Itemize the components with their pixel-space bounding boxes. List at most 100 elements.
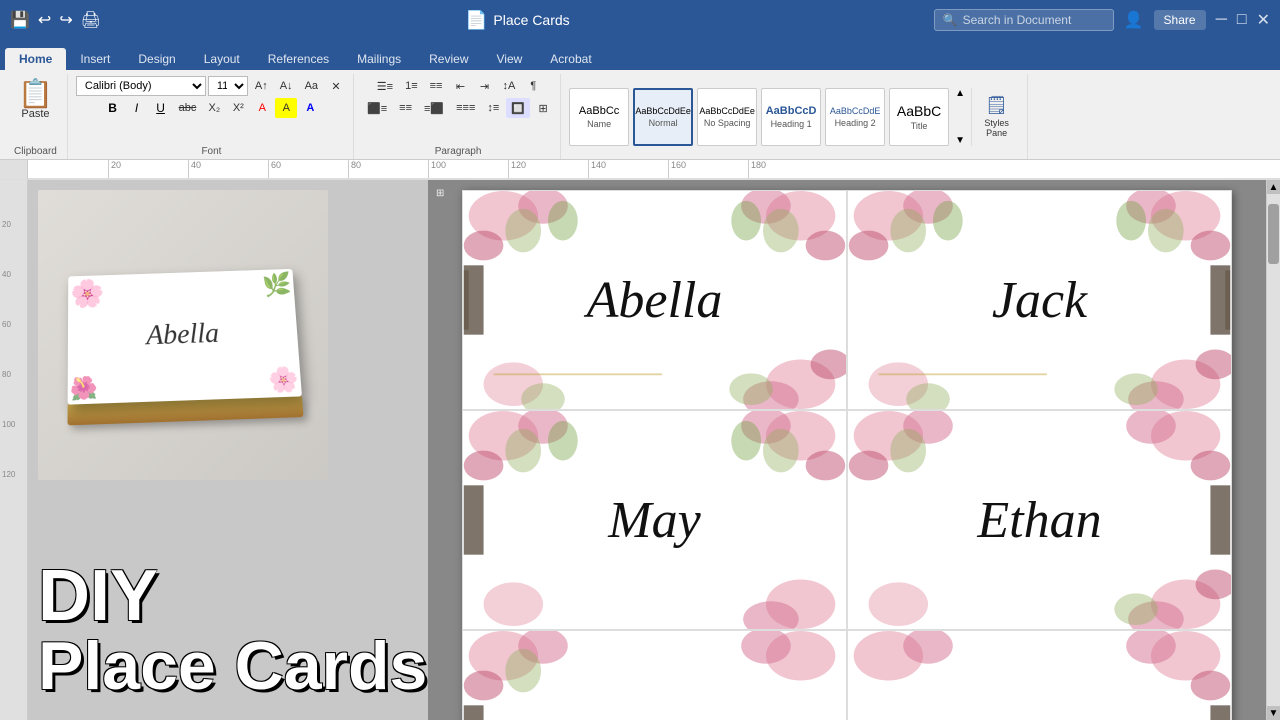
justify-button[interactable]: ≡≡≡ <box>451 98 480 118</box>
quick-access-save[interactable]: 💾 <box>10 10 30 30</box>
ruler-mark-140: 140 <box>588 160 606 178</box>
bold-button[interactable]: B <box>102 98 124 118</box>
line-spacing-button[interactable]: ↕≡ <box>482 98 504 118</box>
italic-button[interactable]: I <box>126 98 148 118</box>
increase-indent-button[interactable]: ⇥ <box>473 76 495 96</box>
ruler-v-60: 60 <box>2 320 11 329</box>
tab-references[interactable]: References <box>254 48 343 70</box>
place-card-may[interactable]: May <box>462 410 847 630</box>
diy-overlay-text: DIY Place Cards <box>38 560 428 700</box>
align-right-button[interactable]: ≡⬛ <box>419 98 449 118</box>
card-name-abella: Abella <box>587 271 723 330</box>
strikethrough-button[interactable]: abc <box>174 98 202 118</box>
document-area[interactable]: ⊞ <box>428 180 1266 720</box>
tab-review[interactable]: Review <box>415 48 482 70</box>
place-card-jack[interactable]: Jack <box>847 190 1232 410</box>
highlight-button[interactable]: A <box>275 98 297 118</box>
sort-button[interactable]: ↕A <box>497 76 520 96</box>
style-heading1[interactable]: AaBbCcD Heading 1 <box>761 88 821 146</box>
user-avatar[interactable]: 👤 <box>1124 10 1144 30</box>
ruler-mark-100: 100 <box>428 160 446 178</box>
superscript-button[interactable]: X² <box>227 98 249 118</box>
place-card-ethan[interactable]: Ethan <box>847 410 1232 630</box>
ruler-v-100: 100 <box>2 420 15 429</box>
style-no-spacing[interactable]: AaBbCcDdEe No Spacing <box>697 88 757 146</box>
shrink-font-button[interactable]: A↓ <box>275 76 298 96</box>
scroll-down-button[interactable]: ▼ <box>1267 706 1280 720</box>
title-bar: 💾 ↩ ↪ 🖨 📄 Place Cards 🔍 Search in Docume… <box>0 0 1280 40</box>
place-cards-grid: Abella <box>462 190 1232 720</box>
ribbon-group-clipboard: 📋 Paste Clipboard <box>4 74 68 159</box>
styles-more-icon[interactable]: ▼ <box>955 135 965 146</box>
subscript-button[interactable]: X₂ <box>203 98 225 118</box>
vertical-ruler: 20 40 60 80 100 120 <box>0 180 28 720</box>
underline-button[interactable]: U <box>150 98 172 118</box>
align-center-button[interactable]: ≡≡ <box>394 98 417 118</box>
place-card-6[interactable]: ... <box>847 630 1232 720</box>
page-expand-icon[interactable]: ⊞ <box>436 188 444 199</box>
bullets-button[interactable]: ☰≡ <box>372 76 398 96</box>
grow-font-button[interactable]: A↑ <box>250 76 273 96</box>
card-name-6: ... <box>1022 713 1058 720</box>
ruler-corner <box>0 160 28 179</box>
styles-up-icon[interactable]: ▲ <box>955 88 965 99</box>
tab-mailings[interactable]: Mailings <box>343 48 415 70</box>
para-row-1: ☰≡ 1≡ ≡≡ ⇤ ⇥ ↕A ¶ <box>372 76 545 96</box>
close-button[interactable]: ✕ <box>1257 10 1270 30</box>
styles-pane-button[interactable]: 🗒 StylesPane <box>971 88 1021 146</box>
preview-bg: 🌸 🌿 🌺 🌸 Abella <box>38 190 328 480</box>
font-label: Font <box>201 144 221 157</box>
font-selector[interactable]: Calibri (Body) Arial Times New Roman <box>76 76 206 96</box>
share-button[interactable]: Share <box>1154 10 1206 30</box>
change-case-button[interactable]: Aa <box>300 76 323 96</box>
place-card-5[interactable]: ... <box>462 630 847 720</box>
minimize-button[interactable]: ─ <box>1216 11 1227 29</box>
style-heading1-label: Heading 1 <box>771 119 812 129</box>
multilevel-button[interactable]: ≡≡ <box>425 76 448 96</box>
ruler-v-120: 120 <box>2 470 15 479</box>
shading-button[interactable]: 🔲 <box>506 98 530 118</box>
font-color-button[interactable]: A <box>251 98 273 118</box>
tab-acrobat[interactable]: Acrobat <box>536 48 605 70</box>
text-effect-button[interactable]: A <box>299 98 321 118</box>
styles-pane-label: StylesPane <box>984 118 1009 138</box>
maximize-button[interactable]: □ <box>1237 11 1247 29</box>
paste-icon: 📋 <box>18 80 53 108</box>
vertical-scrollbar[interactable]: ▲ ▼ <box>1266 180 1280 720</box>
word-icon: 📄 <box>465 10 487 31</box>
tab-design[interactable]: Design <box>124 48 189 70</box>
ruler-mark-80: 80 <box>348 160 361 178</box>
paste-button[interactable]: 📋 Paste <box>10 76 61 124</box>
clear-format-button[interactable]: ✕ <box>325 76 347 96</box>
scroll-up-button[interactable]: ▲ <box>1267 180 1280 194</box>
ruler-mark-160: 160 <box>668 160 686 178</box>
quick-access-redo[interactable]: ↪ <box>59 10 72 30</box>
style-name[interactable]: AaBbCc Name <box>569 88 629 146</box>
diy-line1: DIY <box>38 560 428 632</box>
show-formatting-button[interactable]: ¶ <box>522 76 544 96</box>
numbering-button[interactable]: 1≡ <box>400 76 423 96</box>
style-normal-label: Normal <box>649 118 678 128</box>
styles-scroll[interactable]: ▲ ▼ <box>953 88 967 146</box>
style-title[interactable]: AaBbC Title <box>889 88 949 146</box>
preview-floral-tl: 🌸 <box>70 277 104 310</box>
para-row-2: ⬛≡ ≡≡ ≡⬛ ≡≡≡ ↕≡ 🔲 ⊞ <box>362 98 554 118</box>
search-box[interactable]: 🔍 Search in Document <box>934 9 1114 31</box>
tab-view[interactable]: View <box>483 48 537 70</box>
decrease-indent-button[interactable]: ⇤ <box>449 76 471 96</box>
place-card-abella[interactable]: Abella <box>462 190 847 410</box>
tab-insert[interactable]: Insert <box>66 48 124 70</box>
ruler-v-80: 80 <box>2 370 11 379</box>
scroll-thumb[interactable] <box>1268 204 1279 264</box>
quick-access-print[interactable]: 🖨 <box>81 10 101 30</box>
tab-home[interactable]: Home <box>5 48 66 70</box>
tab-layout[interactable]: Layout <box>190 48 254 70</box>
document-title: Place Cards <box>493 12 569 28</box>
ruler-v-40: 40 <box>2 270 11 279</box>
style-normal[interactable]: AaBbCcDdEe Normal <box>633 88 693 146</box>
style-heading2[interactable]: AaBbCcDdE Heading 2 <box>825 88 885 146</box>
quick-access-undo[interactable]: ↩ <box>38 10 51 30</box>
borders-button[interactable]: ⊞ <box>532 98 554 118</box>
font-size-selector[interactable]: 11 12 14 16 <box>208 76 248 96</box>
align-left-button[interactable]: ⬛≡ <box>362 98 392 118</box>
